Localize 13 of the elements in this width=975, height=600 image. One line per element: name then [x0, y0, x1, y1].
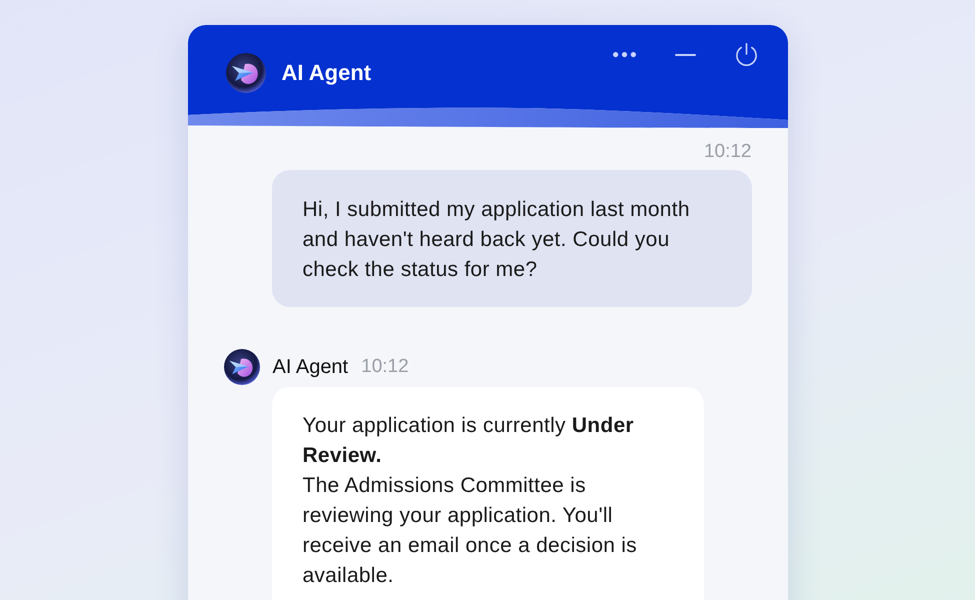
message-text: Your application is currently Under Review. [302, 413, 635, 469]
power-button[interactable] [734, 42, 760, 68]
message-time: 10:12 [361, 357, 409, 377]
minimize-icon [675, 54, 696, 56]
sender-name: AI Agent [272, 355, 348, 379]
more-icon [613, 52, 636, 58]
power-icon [735, 43, 758, 67]
message-text: The Admissions Committee is reviewing your application. You'll receive an email once a decision is available. [302, 473, 638, 589]
message-text: Hi, I submitted my application last month and haven't heard back yet. Could you check the status for me? [302, 197, 691, 283]
logo-icon [226, 53, 266, 93]
message-time: 10:12 [702, 142, 752, 162]
avatar-icon [224, 349, 260, 385]
header-title: AI Agent [282, 60, 372, 86]
